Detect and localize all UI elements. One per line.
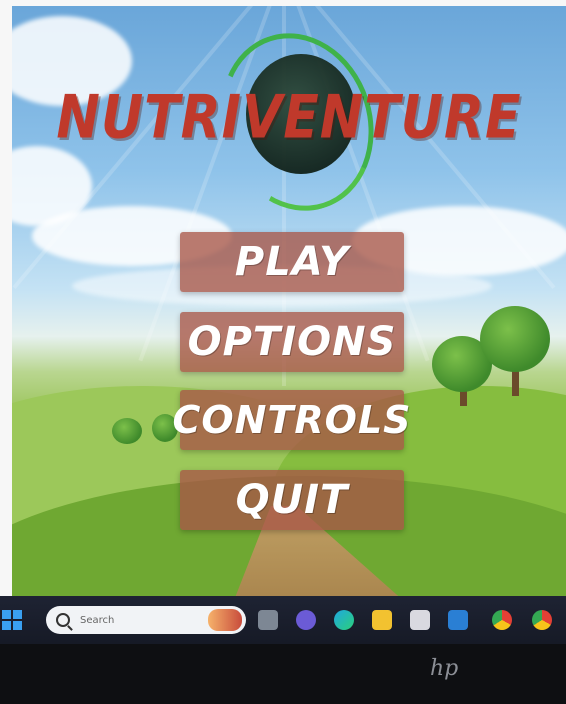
options-button[interactable]: OPTIONS (180, 312, 404, 372)
windows-taskbar: Search (0, 596, 566, 644)
game-screen: NUTRIVENTURE PLAY OPTIONS CONTROLS QUIT (12, 6, 566, 596)
edge-icon[interactable] (334, 610, 354, 630)
tree (112, 418, 142, 444)
store-icon[interactable] (410, 610, 430, 630)
hp-logo: hp (430, 656, 459, 681)
game-title: NUTRIVENTURE (56, 83, 522, 153)
search-icon (56, 613, 70, 627)
monitor-bezel: hp (0, 644, 566, 704)
task-view-icon[interactable] (258, 610, 278, 630)
controls-button[interactable]: CONTROLS (172, 390, 411, 450)
file-explorer-icon[interactable] (372, 610, 392, 630)
mail-icon[interactable] (448, 610, 468, 630)
quit-button[interactable]: QUIT (180, 470, 404, 530)
taskbar-search-box[interactable]: Search (46, 606, 246, 634)
play-button[interactable]: PLAY (180, 232, 404, 292)
search-highlight-icon (208, 609, 242, 631)
chrome-icon[interactable] (532, 610, 552, 630)
windows-start-icon[interactable] (2, 610, 22, 630)
tree (480, 306, 550, 372)
chrome-icon[interactable] (492, 610, 512, 630)
chat-icon[interactable] (296, 610, 316, 630)
search-placeholder: Search (80, 614, 115, 626)
